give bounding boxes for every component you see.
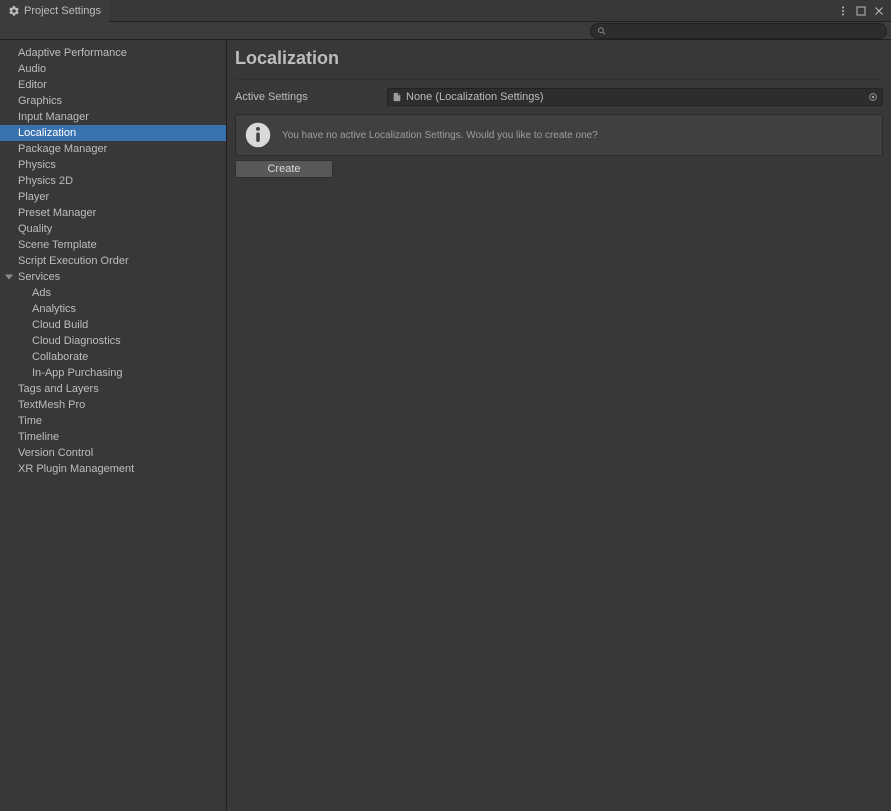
titlebar-spacer [109, 0, 831, 21]
sidebar-item-tags-and-layers[interactable]: Tags and Layers [0, 381, 226, 397]
sidebar-item-services[interactable]: Services [0, 269, 226, 285]
sidebar-item-script-execution-order[interactable]: Script Execution Order [0, 253, 226, 269]
sidebar-item-player[interactable]: Player [0, 189, 226, 205]
sidebar-item-physics[interactable]: Physics [0, 157, 226, 173]
context-menu-icon[interactable] [837, 5, 849, 17]
main-panel: Localization Active Settings None (Local… [227, 40, 891, 811]
object-picker-icon[interactable] [868, 92, 878, 102]
sidebar-item-scene-template[interactable]: Scene Template [0, 237, 226, 253]
sidebar-item-timeline[interactable]: Timeline [0, 429, 226, 445]
sidebar-item-audio[interactable]: Audio [0, 61, 226, 77]
sidebar-item-adaptive-performance[interactable]: Adaptive Performance [0, 45, 226, 61]
sidebar-item-in-app-purchasing[interactable]: In-App Purchasing [0, 365, 226, 381]
gear-icon [8, 5, 20, 17]
sidebar-item-analytics[interactable]: Analytics [0, 301, 226, 317]
sidebar-item-version-control[interactable]: Version Control [0, 445, 226, 461]
info-message-box: You have no active Localization Settings… [235, 114, 883, 156]
sidebar-item-ads[interactable]: Ads [0, 285, 226, 301]
active-settings-row: Active Settings None (Localization Setti… [235, 88, 883, 106]
sidebar-item-input-manager[interactable]: Input Manager [0, 109, 226, 125]
sidebar-item-editor[interactable]: Editor [0, 77, 226, 93]
searchbar [0, 22, 891, 40]
window-tab-title: Project Settings [24, 5, 101, 17]
sidebar-item-cloud-diagnostics[interactable]: Cloud Diagnostics [0, 333, 226, 349]
sidebar-item-graphics[interactable]: Graphics [0, 93, 226, 109]
sidebar-item-textmesh-pro[interactable]: TextMesh Pro [0, 397, 226, 413]
sidebar-item-collaborate[interactable]: Collaborate [0, 349, 226, 365]
active-settings-object-field[interactable]: None (Localization Settings) [387, 88, 883, 106]
info-icon [244, 121, 272, 149]
page-title: Localization [235, 44, 883, 80]
sidebar-item-preset-manager[interactable]: Preset Manager [0, 205, 226, 221]
sidebar-item-cloud-build[interactable]: Cloud Build [0, 317, 226, 333]
active-settings-label: Active Settings [235, 91, 387, 103]
search-input[interactable] [611, 25, 880, 36]
close-icon[interactable] [873, 5, 885, 17]
titlebar: Project Settings [0, 0, 891, 22]
sidebar-item-xr-plugin-management[interactable]: XR Plugin Management [0, 461, 226, 477]
sidebar-item-time[interactable]: Time [0, 413, 226, 429]
active-settings-value: None (Localization Settings) [406, 91, 544, 103]
create-button[interactable]: Create [235, 160, 333, 178]
info-message-text: You have no active Localization Settings… [282, 130, 598, 141]
sidebar: Adaptive PerformanceAudioEditorGraphicsI… [0, 40, 227, 811]
sidebar-item-localization[interactable]: Localization [0, 125, 226, 141]
window-tab[interactable]: Project Settings [0, 0, 109, 22]
file-icon [392, 92, 402, 102]
search-field[interactable] [590, 23, 887, 39]
sidebar-item-physics-2d[interactable]: Physics 2D [0, 173, 226, 189]
window-controls [831, 0, 891, 21]
sidebar-item-package-manager[interactable]: Package Manager [0, 141, 226, 157]
search-icon [597, 26, 607, 36]
maximize-icon[interactable] [855, 5, 867, 17]
sidebar-item-quality[interactable]: Quality [0, 221, 226, 237]
